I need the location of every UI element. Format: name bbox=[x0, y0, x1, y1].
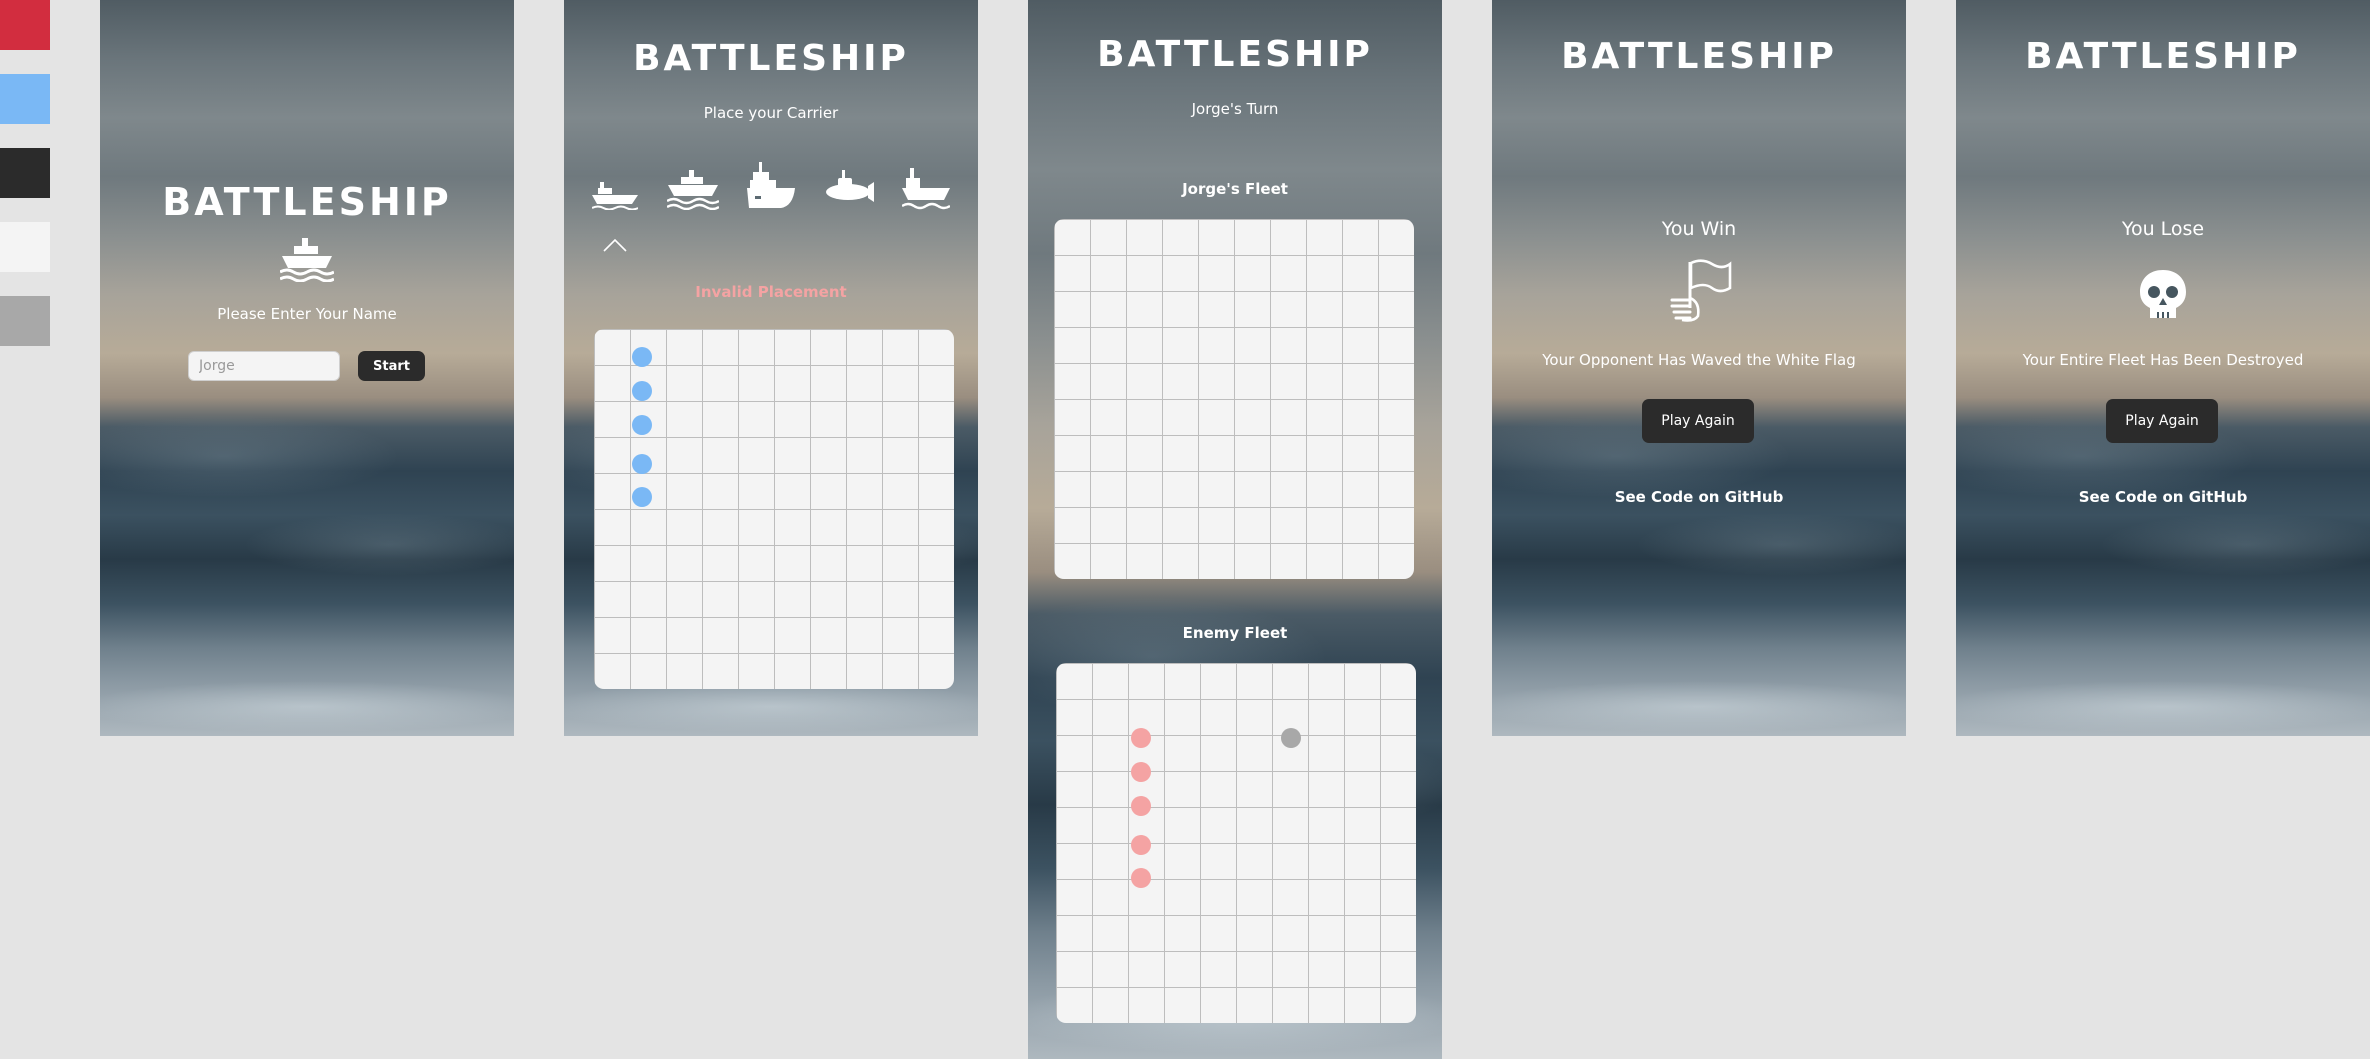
enemy-fleet-label: Enemy Fleet bbox=[1182, 624, 1288, 642]
app-title: BATTLESHIP bbox=[162, 180, 452, 224]
github-link[interactable]: See Code on GitHub bbox=[1956, 488, 2370, 506]
screen-name-entry: BATTLESHIP Please Enter Your Name Start bbox=[100, 0, 514, 736]
chevron-up-icon bbox=[603, 237, 627, 256]
swatch-blue bbox=[0, 74, 50, 124]
swatch-dark bbox=[0, 148, 50, 198]
screen-win: BATTLESHIP You Win Your Opponent Has Wav… bbox=[1492, 0, 1906, 736]
placed-peg bbox=[632, 415, 652, 435]
battleship-icon[interactable] bbox=[666, 170, 720, 214]
design-canvas: BATTLESHIP Please Enter Your Name Start … bbox=[0, 0, 2370, 1059]
result-message: Your Entire Fleet Has Been Destroyed bbox=[2022, 351, 2304, 369]
hit-peg bbox=[1131, 762, 1151, 782]
swatch-gray bbox=[0, 296, 50, 346]
ship-icon bbox=[279, 238, 335, 286]
submarine-icon[interactable] bbox=[824, 170, 874, 210]
github-link[interactable]: See Code on GitHub bbox=[1492, 488, 1906, 506]
destroyer-icon[interactable] bbox=[745, 162, 797, 216]
hit-peg bbox=[1131, 796, 1151, 816]
swatch-light bbox=[0, 222, 50, 272]
app-title: BATTLESHIP bbox=[1097, 34, 1373, 75]
result-message: Your Opponent Has Waved the White Flag bbox=[1542, 351, 1856, 369]
screen-lose: BATTLESHIP You Lose Your Entire Fleet Ha… bbox=[1956, 0, 2370, 736]
enemy-fleet-board[interactable] bbox=[1056, 663, 1416, 1023]
player-fleet-board bbox=[1054, 219, 1414, 579]
app-title: BATTLESHIP bbox=[2025, 36, 2301, 77]
placement-error: Invalid Placement bbox=[695, 283, 847, 301]
patrol-boat-icon[interactable] bbox=[901, 168, 951, 214]
placed-peg bbox=[632, 454, 652, 474]
result-heading: You Lose bbox=[2121, 218, 2205, 240]
hit-peg bbox=[1131, 868, 1151, 888]
placement-subtitle: Place your Carrier bbox=[703, 104, 839, 122]
white-flag-icon bbox=[1668, 258, 1732, 328]
placed-peg bbox=[632, 381, 652, 401]
placement-board[interactable] bbox=[594, 329, 954, 689]
result-heading: You Win bbox=[1661, 218, 1737, 240]
carrier-icon[interactable] bbox=[591, 178, 639, 214]
screen-gameplay: BATTLESHIP Jorge's Turn Jorge's Fleet En… bbox=[1028, 0, 1442, 1059]
play-again-button[interactable]: Play Again bbox=[2106, 399, 2218, 443]
play-again-button[interactable]: Play Again bbox=[1642, 399, 1754, 443]
screen-ship-placement: BATTLESHIP Place your Carrier Invalid Pl… bbox=[564, 0, 978, 736]
name-prompt: Please Enter Your Name bbox=[217, 305, 397, 323]
miss-peg bbox=[1281, 728, 1301, 748]
app-title: BATTLESHIP bbox=[633, 38, 909, 79]
player-fleet-label: Jorge's Fleet bbox=[1182, 180, 1288, 198]
swatch-red bbox=[0, 0, 50, 50]
placed-peg bbox=[632, 347, 652, 367]
placed-peg bbox=[632, 487, 652, 507]
hit-peg bbox=[1131, 835, 1151, 855]
start-button[interactable]: Start bbox=[358, 351, 425, 381]
skull-icon bbox=[2138, 268, 2188, 326]
turn-indicator: Jorge's Turn bbox=[1191, 100, 1279, 118]
app-title: BATTLESHIP bbox=[1561, 36, 1837, 77]
hit-peg bbox=[1131, 728, 1151, 748]
name-input[interactable] bbox=[188, 351, 340, 381]
